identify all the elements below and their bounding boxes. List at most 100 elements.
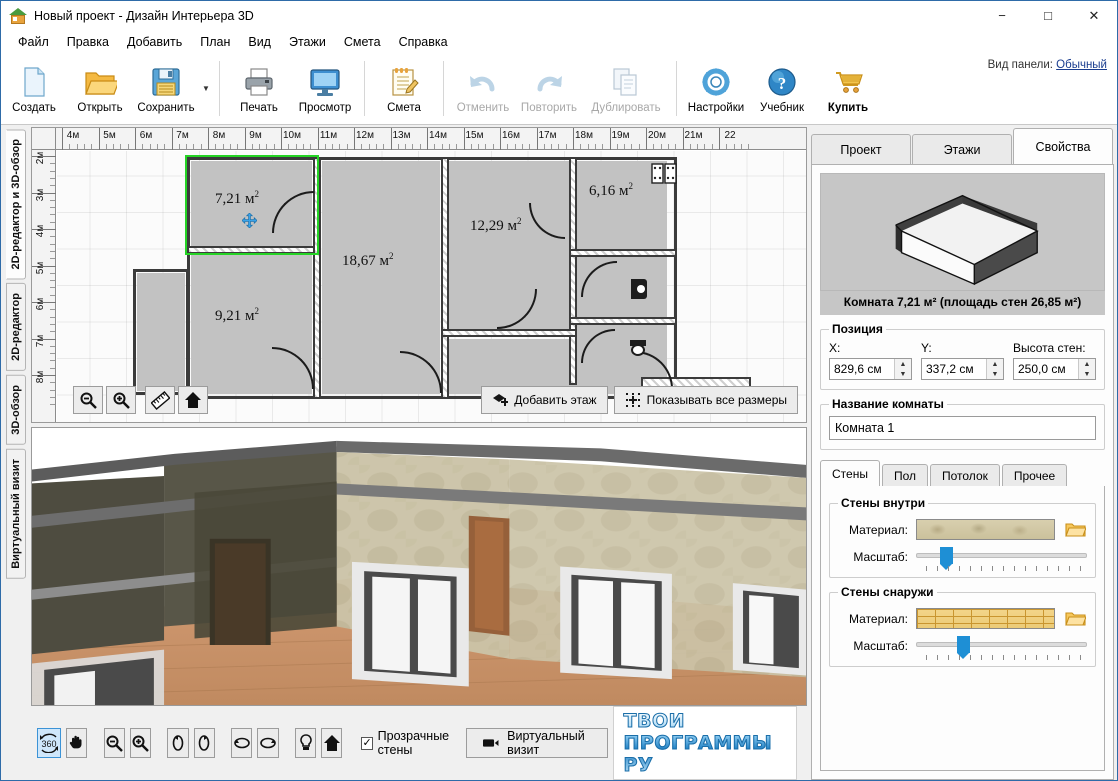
menu-item-file[interactable]: Файл: [9, 32, 58, 52]
menu-item-edit[interactable]: Правка: [58, 32, 118, 52]
tab-other[interactable]: Прочее: [1001, 464, 1068, 487]
ruler-h-minor: [215, 144, 217, 149]
ruler-corner: [32, 128, 56, 150]
plan-ruler-button[interactable]: [145, 386, 175, 414]
virtual-visit-button[interactable]: Виртуальный визит: [465, 728, 608, 758]
ruler-h-minor: [266, 144, 268, 149]
rotate-horizontal-left-button[interactable]: [231, 728, 253, 758]
tab-ceiling[interactable]: Потолок: [930, 464, 1000, 487]
svg-text:360: 360: [41, 739, 56, 749]
walls-inside-scale-slider[interactable]: [916, 546, 1087, 571]
close-button[interactable]: ✕: [1071, 1, 1117, 31]
position-x-field: X: ▲ ▼: [829, 341, 912, 380]
save-dropdown-arrow-icon[interactable]: ▼: [199, 53, 213, 124]
spinner-up-arrow-icon[interactable]: ▲: [895, 359, 911, 369]
buy-button[interactable]: Купить: [815, 53, 881, 124]
tab-project[interactable]: Проект: [811, 134, 911, 164]
sidebar-item-2d-editor[interactable]: 2D-редактор: [6, 283, 26, 372]
tab-walls[interactable]: Стены: [820, 460, 880, 487]
move-handle-icon[interactable]: [242, 213, 257, 228]
sidebar-item-2d-and-3d[interactable]: 2D-редактор и 3D-обзор: [6, 129, 26, 280]
spinner-up-arrow-icon[interactable]: ▲: [1079, 359, 1095, 369]
view3d-zoom-in-button[interactable]: [129, 728, 152, 758]
new-button[interactable]: Создать: [1, 53, 67, 124]
spinner-down-arrow-icon[interactable]: ▼: [895, 369, 911, 379]
walls-inside-browse-button[interactable]: [1063, 520, 1087, 540]
estimate-button[interactable]: Смета: [371, 53, 437, 124]
tab-floors[interactable]: Этажи: [912, 134, 1012, 164]
sidebar-item-3d-overview[interactable]: 3D-обзор: [6, 375, 26, 446]
plan-canvas[interactable]: Добавить этаж Показывать все размеры 7,2…: [57, 151, 806, 422]
shopping-cart-icon: [831, 65, 865, 99]
preview-button[interactable]: Просмотр: [292, 53, 358, 124]
ruler-v-label: 7м: [35, 334, 46, 347]
wall-inner-h4[interactable]: [569, 317, 677, 325]
menu-item-help[interactable]: Справка: [390, 32, 457, 52]
wall-inner-v2[interactable]: [441, 157, 449, 399]
duplicate-button[interactable]: Дублировать: [582, 53, 670, 124]
print-button[interactable]: Печать: [226, 53, 292, 124]
rotate-vertical-right-button[interactable]: [193, 728, 215, 758]
ruler-v-minor: [50, 258, 55, 260]
plan-2d-view[interactable]: 4м 5м 6м 7м 8м 9м 10м 11м 12м 13м 14м 15м 16м 17м 18м 1…: [31, 127, 807, 423]
ruler-vertical: 2м 3м 4м 5м 6м 7м 8м: [32, 150, 56, 422]
rotate-vertical-left-button[interactable]: [167, 728, 189, 758]
minimize-button[interactable]: −: [979, 1, 1025, 31]
rotate-360-button[interactable]: 360: [37, 728, 61, 758]
tutorial-button[interactable]: ? Учебник: [749, 53, 815, 124]
ruler-h-minor: [273, 144, 275, 149]
settings-button[interactable]: Настройки: [683, 53, 749, 124]
view3d-zoom-out-button[interactable]: [103, 728, 125, 758]
plan-zoom-in-button[interactable]: [106, 386, 136, 414]
position-y-spinner[interactable]: ▲ ▼: [921, 358, 1004, 380]
tab-properties[interactable]: Свойства: [1013, 128, 1113, 164]
position-x-input[interactable]: [830, 359, 894, 379]
open-button[interactable]: Открыть: [67, 53, 133, 124]
transparent-walls-checkbox[interactable]: ✓ Прозрачные стены: [361, 729, 450, 757]
walls-outside-scale-slider[interactable]: [916, 635, 1087, 660]
wall-height-input[interactable]: [1014, 359, 1078, 379]
wall-inner-v3[interactable]: [569, 157, 577, 385]
wall-height-spinner[interactable]: ▲ ▼: [1013, 358, 1096, 380]
menu-item-floors[interactable]: Этажи: [280, 32, 335, 52]
pan-hand-button[interactable]: [66, 728, 88, 758]
view3d-home-button[interactable]: [321, 728, 343, 758]
wall-balcony[interactable]: [133, 269, 189, 395]
menu-item-add[interactable]: Добавить: [118, 32, 191, 52]
view-3d-canvas[interactable]: [32, 428, 806, 705]
spinner-down-arrow-icon[interactable]: ▼: [987, 369, 1003, 379]
checkbox-box[interactable]: ✓: [361, 736, 373, 750]
walls-outside-browse-button[interactable]: [1063, 609, 1087, 629]
room-name-input[interactable]: [829, 416, 1096, 440]
undo-button[interactable]: Отменить: [450, 53, 516, 124]
wall-inner-h2[interactable]: [441, 329, 577, 337]
rotate-horizontal-right-button[interactable]: [257, 728, 279, 758]
view-3d[interactable]: [31, 427, 807, 706]
position-y-input[interactable]: [922, 359, 986, 379]
show-all-sizes-button[interactable]: Показывать все размеры: [613, 386, 798, 414]
position-x-spinner[interactable]: ▲ ▼: [829, 358, 912, 380]
menu-item-plan[interactable]: План: [191, 32, 239, 52]
position-y-label: Y:: [921, 341, 932, 355]
redo-button[interactable]: Повторить: [516, 53, 582, 124]
ruler-v-minor: [50, 207, 55, 209]
maximize-button[interactable]: □: [1025, 1, 1071, 31]
spinner-up-arrow-icon[interactable]: ▲: [987, 359, 1003, 369]
ruler-h-minor: [551, 144, 553, 149]
plan-home-button[interactable]: [178, 386, 208, 414]
ruler-h-tick: [719, 128, 720, 150]
plan-zoom-out-button[interactable]: [73, 386, 103, 414]
walls-outside-material-swatch[interactable]: [916, 608, 1055, 629]
menu-item-view[interactable]: Вид: [239, 32, 280, 52]
save-button[interactable]: Сохранить: [133, 53, 199, 124]
menu-item-estimate[interactable]: Смета: [335, 32, 390, 52]
tab-floor[interactable]: Пол: [881, 464, 928, 487]
walls-inside-material-swatch[interactable]: [916, 519, 1055, 540]
wall-inner-h3[interactable]: [569, 249, 677, 257]
add-floor-button[interactable]: Добавить этаж: [481, 386, 608, 414]
light-button[interactable]: [295, 728, 317, 758]
room-area-3: 18,67 м: [342, 253, 389, 269]
spinner-down-arrow-icon[interactable]: ▼: [1079, 369, 1095, 379]
sidebar-item-virtual-visit[interactable]: Виртуальный визит: [6, 449, 26, 579]
panel-view-value-link[interactable]: Обычный: [1056, 59, 1107, 71]
